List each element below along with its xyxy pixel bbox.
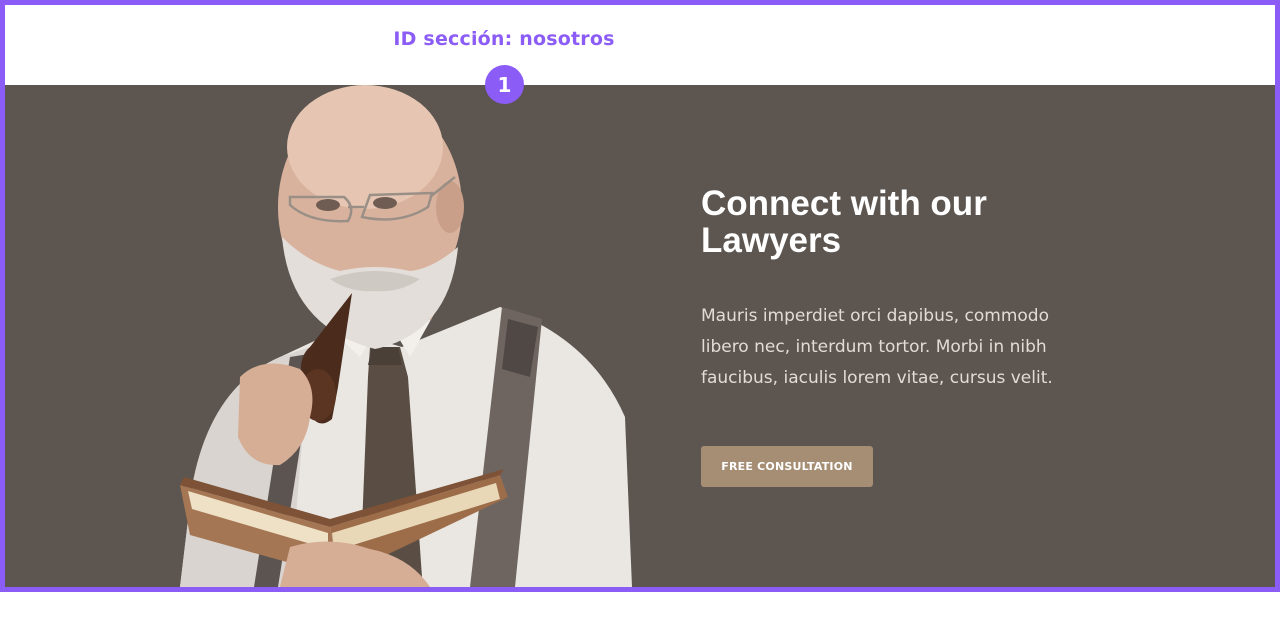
hero-content: Connect with our Lawyers Mauris imperdie… [701,184,1121,487]
section-id-label: ID sección: nosotros [393,28,615,50]
hero-section: Connect with our Lawyers Mauris imperdie… [5,85,1275,587]
hero-headline: Connect with our Lawyers [701,184,987,260]
hero-lead-text: Mauris imperdiet orci dapibus, commodo l… [701,306,1053,388]
free-consultation-button[interactable]: FREE CONSULTATION [701,446,873,487]
section-number-badge: 1 [485,65,524,104]
lawyer-portrait-image [180,85,632,587]
